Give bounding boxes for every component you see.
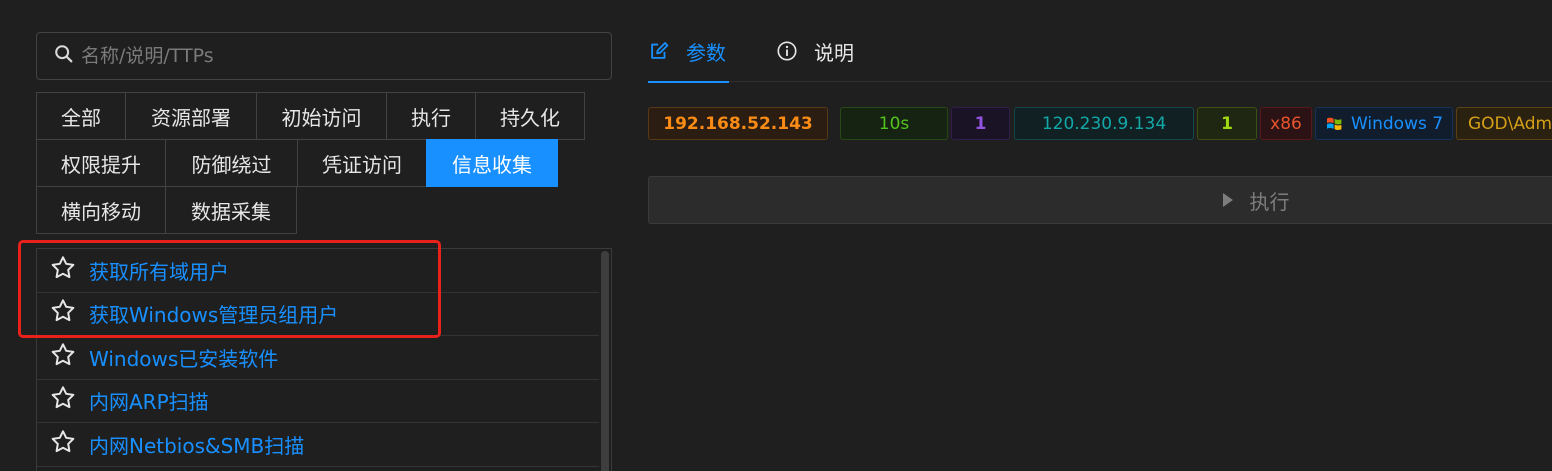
list-item[interactable]: 获取Windows管理员组用户	[37, 293, 599, 336]
module-label: 获取所有域用户	[89, 259, 229, 284]
search-icon	[53, 43, 75, 69]
edit-icon	[648, 40, 686, 62]
search-box[interactable]	[36, 32, 612, 80]
category-tag-execution[interactable]: 执行	[386, 92, 476, 140]
list-scrollbar[interactable]	[601, 251, 609, 471]
star-icon[interactable]	[49, 341, 77, 374]
tab-params-label: 参数	[686, 40, 726, 65]
arch-tag: x86	[1260, 107, 1312, 140]
category-tag-persistence[interactable]: 持久化	[475, 92, 585, 140]
category-tag-initial-access[interactable]: 初始访问	[256, 92, 387, 140]
search-input[interactable]	[75, 33, 611, 79]
os-label: Windows 7	[1350, 113, 1444, 134]
category-tag-discovery[interactable]: 信息收集	[426, 139, 558, 187]
category-tag-privilege-escalation[interactable]: 权限提升	[36, 139, 166, 187]
module-list: 获取所有域用户 获取Windows管理员组用户 Windows已安装软件 内网A…	[36, 248, 612, 471]
play-icon	[1222, 192, 1250, 208]
execute-label: 执行	[1249, 189, 1290, 214]
internal-ip-tag: 192.168.52.143	[648, 107, 828, 140]
os-tag: Windows 7	[1315, 107, 1453, 140]
user-tag: GOD\Administrator	[1456, 107, 1552, 140]
list-item[interactable]: 内网Netbios&SMB扫描	[37, 423, 599, 467]
category-tag-lateral-movement[interactable]: 横向移动	[36, 186, 166, 234]
star-icon[interactable]	[49, 297, 77, 330]
category-tag-all[interactable]: 全部	[36, 92, 126, 140]
execute-button[interactable]: 执行	[648, 176, 1552, 224]
star-icon[interactable]	[49, 384, 77, 417]
category-tag-resource-development[interactable]: 资源部署	[125, 92, 257, 140]
module-label: Windows已安装软件	[89, 346, 279, 371]
detail-tabs: 参数 说明	[648, 20, 1552, 83]
star-icon[interactable]	[49, 428, 77, 461]
list-item[interactable]: 获取所有域用户	[37, 249, 599, 293]
list-item[interactable]: 内网ARP扫描	[37, 380, 599, 423]
tab-params[interactable]: 参数	[648, 20, 729, 83]
windows-logo-icon	[1325, 114, 1351, 134]
module-label: 内网Netbios&SMB扫描	[89, 433, 305, 458]
list-item[interactable]: Windows已安装软件	[37, 336, 599, 380]
module-label: 获取Windows管理员组用户	[89, 303, 339, 328]
category-tag-credential-access[interactable]: 凭证访问	[297, 139, 427, 187]
integrity-tag: 1	[1197, 107, 1257, 140]
interval-tag: 10s	[840, 107, 948, 140]
tab-description[interactable]: 说明	[776, 20, 854, 82]
info-circle-icon	[776, 40, 814, 62]
star-icon[interactable]	[49, 254, 77, 287]
external-ip-tag: 120.230.9.134	[1014, 107, 1194, 140]
category-tag-collection[interactable]: 数据采集	[165, 186, 297, 234]
category-tag-defense-evasion[interactable]: 防御绕过	[165, 139, 298, 187]
pid-count-tag: 1	[951, 107, 1010, 140]
module-label: 内网ARP扫描	[89, 390, 209, 415]
tab-description-label: 说明	[814, 40, 854, 65]
